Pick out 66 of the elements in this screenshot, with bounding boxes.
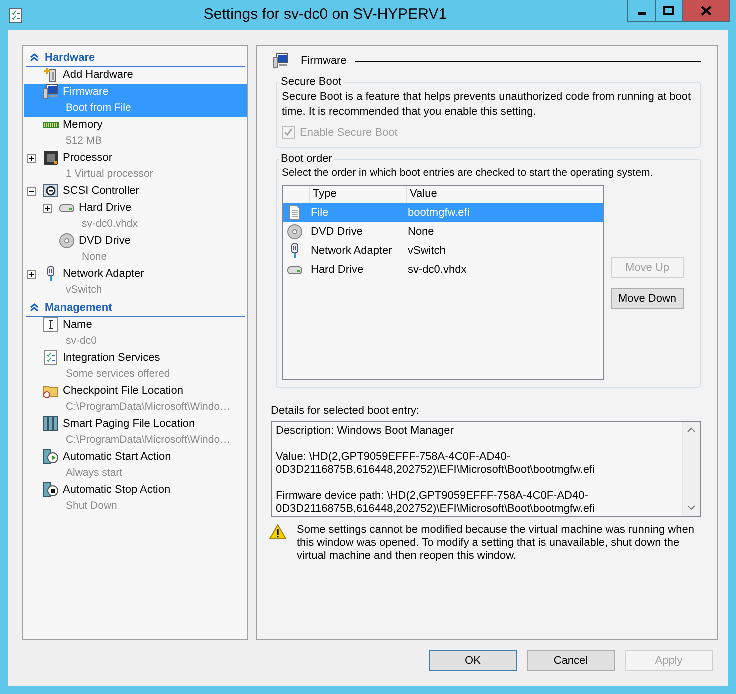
table-cell-text: None	[408, 226, 436, 238]
play-icon	[43, 449, 59, 465]
close-icon	[700, 6, 712, 16]
tree-item[interactable]: Smart Paging File Location C:\ProgramData\Microsoft\Windo…	[24, 416, 247, 449]
document-icon	[287, 204, 303, 220]
checkbox-label: Enable Secure Boot	[300, 126, 398, 138]
tree-item[interactable]: Checkpoint File Location C:\ProgramData\Microsoft\Windo…	[24, 383, 247, 416]
details-label: Details for selected boot entry:	[271, 405, 421, 417]
tree-item[interactable]: Add Hardware	[24, 67, 247, 84]
group-title: Secure Boot	[280, 76, 343, 88]
tree-item[interactable]: Memory 512 MB	[24, 117, 247, 150]
tree-item[interactable]: DVD Drive None	[40, 233, 247, 266]
window-title: Settings for sv-dc0 on SV-HYPERV1	[202, 5, 448, 25]
scrollbar[interactable]	[682, 422, 700, 516]
server-icon	[43, 416, 59, 432]
maximize-icon	[663, 6, 675, 16]
checklist-icon	[43, 350, 59, 366]
disc-icon	[59, 233, 75, 249]
card-plus-icon	[43, 67, 59, 83]
text-cursor-icon	[43, 317, 59, 333]
warning-icon	[269, 524, 287, 540]
monitor-icon	[273, 53, 289, 69]
details-text: Value: \HD(2,GPT9059EFFF-758A-4C0F-AD40-	[276, 451, 512, 464]
close-button[interactable]	[682, 0, 729, 21]
table-cell-text: Hard Drive	[311, 264, 365, 276]
section-title: Management	[45, 302, 112, 314]
minimize-icon	[638, 12, 646, 15]
tree-item[interactable]: Network Adapter vSwitch	[24, 266, 247, 299]
table-cell-text: bootmgfw.efi	[408, 206, 471, 218]
list-row[interactable]: DVD Drive None	[283, 222, 603, 241]
stop-icon	[43, 482, 59, 498]
tree-item[interactable]: Integration Services Some services offered	[24, 350, 247, 383]
page-title: Firmware	[301, 55, 347, 67]
app-icon	[8, 8, 24, 24]
description-text: Secure Boot is a feature that helps prevents unauthorized code from running at boot time. It is recommended that you enable this setting.	[282, 90, 692, 120]
table-cell-text: DVD Drive	[311, 226, 364, 238]
details-text: Firmware device path: \HD(2,GPT9059EFFF-758A-4C0F-AD40-	[276, 490, 590, 503]
instruction-text: Select the order in which boot entries are checked to start the operating system.	[282, 167, 654, 179]
tree-item[interactable]: SCSI Controller	[24, 183, 247, 200]
monitor-icon	[43, 84, 59, 100]
warning-text: Some settings cannot be modified because the virtual machine was running when this window was opened. To modify a setting that is unavailable, shut down the virtual machine and then reopen this window.	[297, 524, 696, 563]
chip-icon	[43, 150, 59, 166]
table-cell-text: sv-dc0.vhdx	[408, 264, 468, 276]
details-text: 0D3D2116875B,616448,202752)\EFI\Microsoft\Boot\bootmgfw.efi	[276, 464, 596, 477]
cancel-button[interactable]: Cancel	[527, 650, 615, 671]
table-cell-text: vSwitch	[408, 244, 447, 256]
controller-icon	[43, 183, 59, 199]
table-cell-text: Network Adapter	[311, 244, 394, 256]
details-text: 0D3D2116875B,616448,202752)\EFI\Microsoft\Boot\bootmgfw.efi	[276, 503, 596, 516]
disc-icon	[287, 224, 303, 240]
table-cell-text: File	[311, 206, 330, 218]
tree-item[interactable]: Automatic Stop Action Shut Down	[24, 482, 247, 515]
ok-button[interactable]: OK	[429, 650, 517, 671]
collapse-icon[interactable]	[30, 303, 39, 312]
section-title: Hardware	[45, 52, 96, 64]
details-box[interactable]	[271, 421, 701, 517]
tree-item[interactable]: Automatic Start Action Always start	[24, 449, 247, 482]
tree-item[interactable]: Hard Drive sv-dc0.vhdx	[40, 200, 247, 233]
list-row[interactable]: Network Adapter vSwitch	[283, 241, 603, 260]
collapse-icon[interactable]	[30, 53, 39, 62]
tree-item[interactable]: Processor 1 Virtual processor	[24, 150, 247, 183]
tree-item[interactable]: Name sv-dc0	[24, 317, 247, 350]
move-down-button[interactable]: Move Down	[611, 288, 684, 309]
details-text: Description: Windows Boot Manager	[276, 425, 455, 438]
group-title: Boot order	[280, 153, 334, 165]
list-row[interactable]: Hard Drive sv-dc0.vhdx	[283, 260, 603, 279]
